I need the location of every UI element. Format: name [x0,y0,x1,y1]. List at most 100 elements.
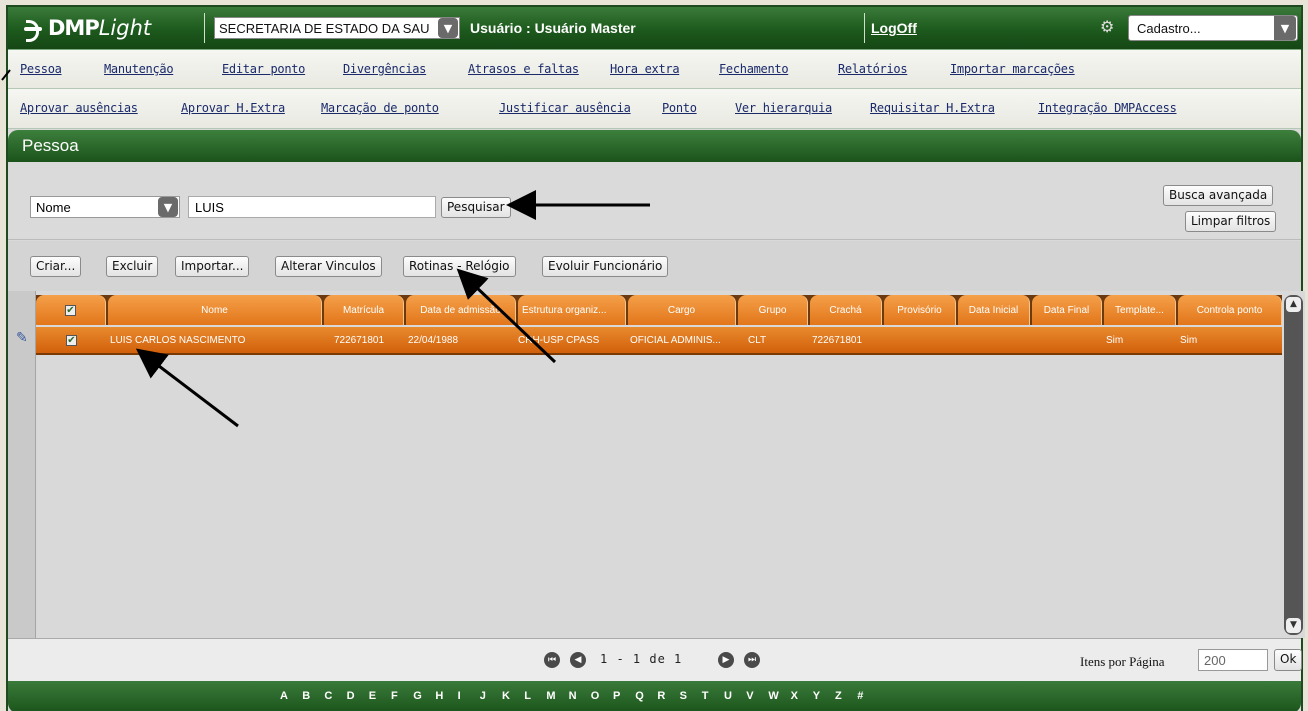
gear-icon[interactable]: ⚙ [1100,19,1116,35]
alter-links-button[interactable]: Alterar Vinculos [275,256,382,277]
previous-page-icon[interactable]: ◀ [570,652,586,668]
header-estrutura[interactable]: Estrutura organiz... [518,295,626,325]
alphabet-letter[interactable]: T [702,690,709,702]
scroll-down-icon[interactable]: ▼ [1286,618,1301,633]
header-cracha[interactable]: Crachá [810,295,882,325]
alphabet-letter[interactable]: D [347,690,355,702]
app-logo: DMPLight [22,15,151,42]
alphabet-letter[interactable]: J [480,690,486,702]
evolve-employee-button[interactable]: Evoluir Funcionário [542,256,669,277]
menu-item-ver-hierarquia[interactable]: Ver hierarquia [735,101,832,115]
menu-item-pessoa[interactable]: Pessoa [20,62,62,76]
menu-item-marcacao-ponto[interactable]: Marcação de ponto [321,101,439,115]
alphabet-letter[interactable]: G [413,690,422,702]
alphabet-letter[interactable]: Q [635,690,644,702]
header-template[interactable]: Template... [1104,295,1176,325]
alphabet-letter[interactable]: O [591,690,600,702]
menu-item-hora-extra[interactable]: Hora extra [610,62,680,76]
search-input[interactable] [188,196,436,218]
secondary-menu: Aprovar ausências Aprovar H.Extra Marcaç… [8,89,1301,129]
alphabet-letter[interactable]: B [302,690,310,702]
header-cargo[interactable]: Cargo [628,295,736,325]
alphabet-letter[interactable]: R [657,690,665,702]
search-field-select[interactable]: Nome ▼ [30,196,180,218]
menu-item-divergencias[interactable]: Divergências [343,62,426,76]
cell-nome: LUIS CARLOS NASCIMENTO [110,335,246,346]
alphabet-letter[interactable]: L [524,690,531,702]
row-gutter: ✎ [8,291,36,638]
first-page-icon[interactable]: ⏮ [544,652,560,668]
menu-item-justificar-ausencia[interactable]: Justificar ausência [499,101,631,115]
divider [204,13,205,43]
header-data-final[interactable]: Data Final [1032,295,1102,325]
header-nome[interactable]: Nome [108,295,322,325]
alphabet-letter[interactable]: P [613,690,620,702]
menu-item-ponto[interactable]: Ponto [662,101,697,115]
menu-item-relatorios[interactable]: Relatórios [838,62,908,76]
alphabet-letter[interactable]: H [435,690,443,702]
table-row[interactable]: ✔ LUIS CARLOS NASCIMENTO 722671801 22/04… [36,327,1282,355]
main-menu: Pessoa Manutenção Editar ponto Divergênc… [8,49,1301,89]
header-matricula[interactable]: Matrícula [324,295,404,325]
alphabet-letter[interactable]: F [391,690,398,702]
chevron-down-icon[interactable]: ▼ [158,197,178,217]
delete-button[interactable]: Excluir [106,256,159,277]
alphabet-letter[interactable]: K [502,690,510,702]
alphabet-letter[interactable]: N [569,690,577,702]
grid-scrollbar[interactable]: ▲ ▼ [1284,295,1303,635]
edit-pencil-icon[interactable]: ✎ [16,331,30,345]
alphabet-letter[interactable]: M [546,690,555,702]
clear-filters-button[interactable]: Limpar filtros [1185,211,1277,232]
alphabet-letter[interactable]: # [857,690,863,702]
checkbox-icon[interactable]: ✔ [66,335,77,346]
header-controla-ponto[interactable]: Controla ponto [1178,295,1282,325]
alphabet-letter[interactable]: C [324,690,332,702]
alphabet-letter[interactable]: U [724,690,732,702]
alphabet-letter[interactable]: V [746,690,753,702]
section-header: Pessoa [8,130,1301,162]
cadastro-select[interactable]: Cadastro... ▼ [1128,15,1298,41]
select-all-header[interactable]: ✔ [36,295,106,325]
items-per-page-input[interactable] [1198,649,1268,671]
app-frame: DMPLight SECRETARIA DE ESTADO DA SAU ▼ U… [6,5,1305,711]
row-checkbox[interactable]: ✔ [66,327,77,355]
menu-item-aprovar-ausencias[interactable]: Aprovar ausências [20,101,138,115]
header-provisorio[interactable]: Provisório [884,295,956,325]
alphabet-letter[interactable]: E [369,690,376,702]
alphabet-letter[interactable]: I [458,690,461,702]
organization-select[interactable]: SECRETARIA DE ESTADO DA SAU ▼ [214,17,460,39]
alphabet-letter[interactable]: X [791,690,798,702]
menu-item-fechamento[interactable]: Fechamento [719,62,789,76]
chevron-down-icon[interactable]: ▼ [1274,16,1296,40]
menu-item-manutencao[interactable]: Manutenção [104,62,174,76]
import-button[interactable]: Importar... [175,256,250,277]
page-title: Pessoa [22,136,79,155]
search-button[interactable]: Pesquisar [441,197,511,218]
alphabet-letter[interactable]: A [280,690,288,702]
create-button[interactable]: Criar... [30,256,82,277]
cell-matricula: 722671801 [334,335,385,346]
alphabet-letter[interactable]: Z [835,690,842,702]
alphabet-letter[interactable]: W [768,690,778,702]
menu-item-editar-ponto[interactable]: Editar ponto [222,62,305,76]
advanced-search-button[interactable]: Busca avançada [1163,185,1274,206]
scroll-up-icon[interactable]: ▲ [1286,297,1301,312]
alphabet-letter[interactable]: Y [813,690,820,702]
clock-routines-button[interactable]: Rotinas - Relógio [403,256,516,277]
ok-button[interactable]: Ok [1274,649,1303,671]
header-admissao[interactable]: Data de admissão [406,295,516,325]
next-page-icon[interactable]: ▶ [718,652,734,668]
menu-item-integracao-dmpaccess[interactable]: Integração DMPAccess [1038,101,1177,115]
page-info: 1 - 1 de 1 [600,652,683,666]
alphabet-letter[interactable]: S [680,690,687,702]
menu-item-importar-marcacoes[interactable]: Importar marcações [950,62,1075,76]
menu-item-atrasos-faltas[interactable]: Atrasos e faltas [468,62,579,76]
menu-item-aprovar-hextra[interactable]: Aprovar H.Extra [181,101,285,115]
header-grupo[interactable]: Grupo [738,295,808,325]
last-page-icon[interactable]: ⏭ [744,652,760,668]
checkbox-icon[interactable]: ✔ [65,305,76,316]
chevron-down-icon[interactable]: ▼ [438,18,458,38]
header-data-inicial[interactable]: Data Inicial [958,295,1030,325]
menu-item-requisitar-hextra[interactable]: Requisitar H.Extra [870,101,995,115]
logoff-link[interactable]: LogOff [871,20,917,36]
